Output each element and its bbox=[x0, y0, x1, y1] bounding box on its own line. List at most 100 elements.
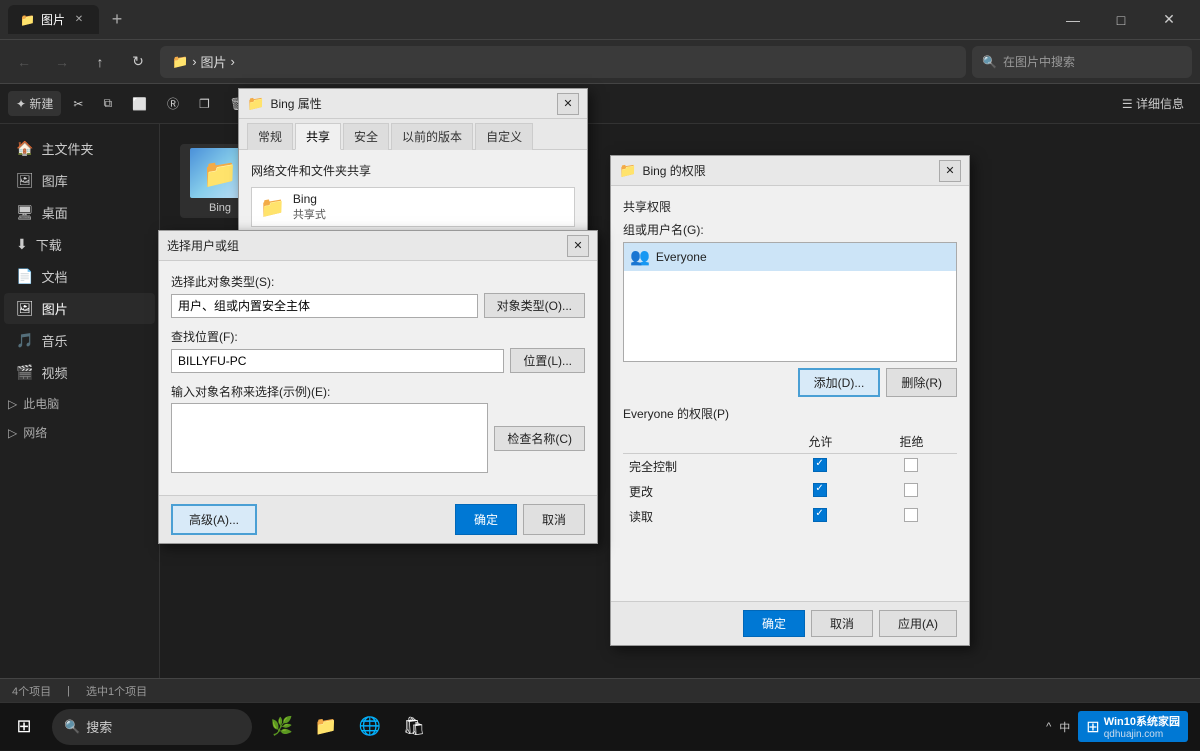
sidebar-item-music[interactable]: 🎵 音乐 bbox=[4, 325, 155, 356]
select-user-content: 选择此对象类型(S): 用户、组或内置安全主体 对象类型(O)... 查找位置(… bbox=[159, 261, 597, 495]
advanced-btn[interactable]: 高级(A)... bbox=[171, 504, 257, 535]
user-list[interactable]: 👥 Everyone bbox=[623, 242, 957, 362]
taskbar-search-icon: 🔍 bbox=[64, 719, 80, 735]
read-deny[interactable] bbox=[866, 504, 957, 529]
toolbar: ✦ 新建 ✂ ⧉ ⬜ Ⓡ ❐ 🗑 ⇅ 排序 ⊞ 查看 ··· ☰ 详细信息 bbox=[0, 84, 1200, 124]
location-row: 查找位置(F): BILLYFU-PC 位置(L)... bbox=[171, 328, 585, 373]
home-icon: 🏠 bbox=[16, 140, 33, 157]
nav-bar: ← → ↑ ↻ 📁 › 图片 › 🔍 在图片中搜索 bbox=[0, 40, 1200, 84]
modify-row: 更改 bbox=[623, 479, 957, 504]
full-control-row: 完全控制 bbox=[623, 454, 957, 480]
desktop-icon: 🖥 bbox=[16, 204, 34, 221]
select-user-ok-btn[interactable]: 确定 bbox=[455, 504, 517, 535]
object-type-btn[interactable]: 对象类型(O)... bbox=[484, 293, 585, 318]
sidebar-item-gallery[interactable]: 🖼 图库 bbox=[4, 165, 155, 196]
forward-btn[interactable]: → bbox=[46, 46, 78, 78]
read-allow-checkbox[interactable] bbox=[813, 508, 827, 522]
object-name-input-row: 检查名称(C) bbox=[171, 403, 585, 473]
tab-customize[interactable]: 自定义 bbox=[475, 123, 533, 150]
modify-deny-checkbox[interactable] bbox=[904, 483, 918, 497]
taskbar-edge-icon[interactable]: 🌐 bbox=[350, 707, 390, 747]
maximize-btn[interactable]: □ bbox=[1098, 4, 1144, 36]
sidebar: 🏠 主文件夹 🖼 图库 🖥 桌面 ⬇ 下载 📄 文档 🖼 图片 bbox=[0, 124, 160, 678]
start-btn[interactable]: ⊞ bbox=[0, 703, 48, 751]
remove-permission-btn[interactable]: 删除(R) bbox=[886, 368, 957, 397]
add-permission-btn[interactable]: 添加(D)... bbox=[798, 368, 881, 397]
tab-close-btn[interactable]: ✕ bbox=[71, 12, 87, 28]
object-name-input[interactable] bbox=[171, 403, 488, 473]
modify-allow[interactable] bbox=[775, 479, 866, 504]
cut-btn[interactable]: ✂ bbox=[65, 93, 91, 115]
taskbar-nature-icon[interactable]: 🌿 bbox=[262, 707, 302, 747]
tab-general[interactable]: 常规 bbox=[247, 123, 293, 150]
sidebar-section-this-pc[interactable]: ▷ 此电脑 bbox=[0, 389, 159, 418]
allow-header: 允许 bbox=[775, 430, 866, 454]
share-btn[interactable]: ❐ bbox=[191, 93, 218, 115]
permissions-for-everyone: Everyone 的权限(P) bbox=[623, 405, 957, 422]
tab-pictures[interactable]: 📁 图片 ✕ bbox=[8, 5, 99, 34]
documents-icon: 📄 bbox=[16, 268, 33, 285]
taskbar-search-bar[interactable]: 🔍 搜索 bbox=[52, 709, 252, 745]
modify-allow-checkbox[interactable] bbox=[813, 483, 827, 497]
new-tab-btn[interactable]: + bbox=[103, 6, 131, 34]
everyone-user-item[interactable]: 👥 Everyone bbox=[624, 243, 956, 271]
object-name-row: 输入对象名称来选择(示例)(E): 检查名称(C) bbox=[171, 383, 585, 473]
refresh-btn[interactable]: ↻ bbox=[122, 46, 154, 78]
read-deny-checkbox[interactable] bbox=[904, 508, 918, 522]
bing-properties-close-btn[interactable]: ✕ bbox=[557, 93, 579, 115]
select-user-close-btn[interactable]: ✕ bbox=[567, 235, 589, 257]
bing-permissions-ok-btn[interactable]: 确定 bbox=[743, 610, 805, 637]
bing-permissions-icon: 📁 bbox=[619, 162, 636, 179]
paste-btn[interactable]: ⬜ bbox=[124, 93, 155, 115]
bing-permissions-dialog[interactable]: 📁 Bing 的权限 ✕ 共享权限 组或用户名(G): 👥 Everyone 添… bbox=[610, 155, 970, 646]
read-row: 读取 bbox=[623, 504, 957, 529]
permissions-table: 允许 拒绝 完全控制 更改 bbox=[623, 430, 957, 529]
search-icon: 🔍 bbox=[982, 55, 997, 69]
sidebar-item-documents[interactable]: 📄 文档 bbox=[4, 261, 155, 292]
rename-btn[interactable]: Ⓡ bbox=[159, 91, 187, 116]
sidebar-item-videos[interactable]: 🎬 视频 bbox=[4, 357, 155, 388]
bing-properties-title-text: Bing 属性 bbox=[270, 95, 321, 112]
sidebar-item-pictures[interactable]: 🖼 图片 bbox=[4, 293, 155, 324]
back-btn[interactable]: ← bbox=[8, 46, 40, 78]
win10-badge[interactable]: ⊞ Win10系统家园 qdhuajin.com bbox=[1078, 711, 1188, 742]
new-btn[interactable]: ✦ 新建 bbox=[8, 91, 61, 116]
close-btn[interactable]: ✕ bbox=[1146, 4, 1192, 36]
sidebar-item-downloads[interactable]: ⬇ 下载 bbox=[4, 229, 155, 260]
address-bar[interactable]: 📁 › 图片 › bbox=[160, 46, 966, 78]
tab-previous-versions[interactable]: 以前的版本 bbox=[391, 123, 473, 150]
sidebar-section-network[interactable]: ▷ 网络 bbox=[0, 418, 159, 447]
full-control-allow[interactable] bbox=[775, 454, 866, 480]
check-name-btn[interactable]: 检查名称(C) bbox=[494, 426, 585, 451]
taskbar-folder-icon[interactable]: 📁 bbox=[306, 707, 346, 747]
select-user-title-bar: 选择用户或组 ✕ bbox=[159, 231, 597, 261]
bing-permissions-close-btn[interactable]: ✕ bbox=[939, 160, 961, 182]
title-bar-controls: — □ ✕ bbox=[1050, 4, 1192, 36]
tab-label: 图片 bbox=[41, 11, 65, 28]
bing-permissions-apply-btn[interactable]: 应用(A) bbox=[879, 610, 957, 637]
tab-share[interactable]: 共享 bbox=[295, 123, 341, 150]
bing-permissions-cancel-btn[interactable]: 取消 bbox=[811, 610, 873, 637]
select-user-cancel-btn[interactable]: 取消 bbox=[523, 504, 585, 535]
sidebar-item-desktop[interactable]: 🖥 桌面 bbox=[4, 197, 155, 228]
details-btn[interactable]: ☰ 详细信息 bbox=[1114, 91, 1192, 116]
up-btn[interactable]: ↑ bbox=[84, 46, 116, 78]
read-allow[interactable] bbox=[775, 504, 866, 529]
taskbar-store-icon[interactable]: 🛍 bbox=[394, 707, 434, 747]
modify-deny[interactable] bbox=[866, 479, 957, 504]
bing-properties-tabs: 常规 共享 安全 以前的版本 自定义 bbox=[239, 119, 587, 150]
bing-properties-icon: 📁 bbox=[247, 95, 264, 112]
copy-btn[interactable]: ⧉ bbox=[95, 92, 120, 115]
select-user-dialog[interactable]: 选择用户或组 ✕ 选择此对象类型(S): 用户、组或内置安全主体 对象类型(O)… bbox=[158, 230, 598, 544]
minimize-btn[interactable]: — bbox=[1050, 4, 1096, 36]
group-label: 组或用户名(G): bbox=[623, 221, 957, 238]
address-text: 图片 bbox=[201, 52, 227, 71]
sidebar-item-main-folder[interactable]: 🏠 主文件夹 bbox=[4, 133, 155, 164]
full-control-deny[interactable] bbox=[866, 454, 957, 480]
share-permissions-header: 共享权限 bbox=[623, 198, 957, 215]
search-bar[interactable]: 🔍 在图片中搜索 bbox=[972, 46, 1192, 78]
full-control-allow-checkbox[interactable] bbox=[813, 458, 827, 472]
location-btn[interactable]: 位置(L)... bbox=[510, 348, 585, 373]
full-control-deny-checkbox[interactable] bbox=[904, 458, 918, 472]
tab-security[interactable]: 安全 bbox=[343, 123, 389, 150]
